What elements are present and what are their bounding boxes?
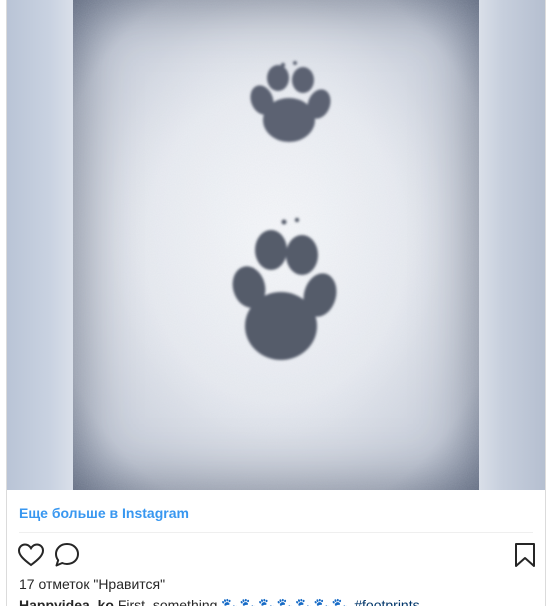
caption-username[interactable]: Happyidea_ko bbox=[19, 597, 114, 606]
caption-hashtag[interactable]: #footprints bbox=[354, 597, 419, 606]
likes-count: 17 отметок "Нравится" bbox=[19, 576, 166, 592]
view-more-on-instagram-link[interactable]: Еще больше в Instagram bbox=[19, 505, 189, 521]
save-button[interactable] bbox=[511, 541, 539, 569]
caption-emojis: 🐾🐾🐾🐾🐾🐾🐾 bbox=[221, 597, 351, 606]
bookmark-icon bbox=[515, 543, 535, 567]
post-photo[interactable] bbox=[7, 0, 545, 490]
post-caption: Happyidea_ko First, something 🐾🐾🐾🐾🐾🐾🐾 #f… bbox=[19, 597, 420, 606]
caption-text: First, something bbox=[117, 597, 218, 606]
comment-icon bbox=[55, 543, 79, 567]
paw-prints-illustration bbox=[73, 0, 479, 490]
like-button[interactable] bbox=[17, 541, 45, 569]
divider bbox=[19, 532, 533, 533]
instagram-embed: Еще больше в Instagram 17 отметок "Нрави… bbox=[6, 0, 546, 606]
snow-photo bbox=[73, 0, 479, 490]
comment-button[interactable] bbox=[53, 541, 81, 569]
heart-icon bbox=[17, 543, 45, 567]
